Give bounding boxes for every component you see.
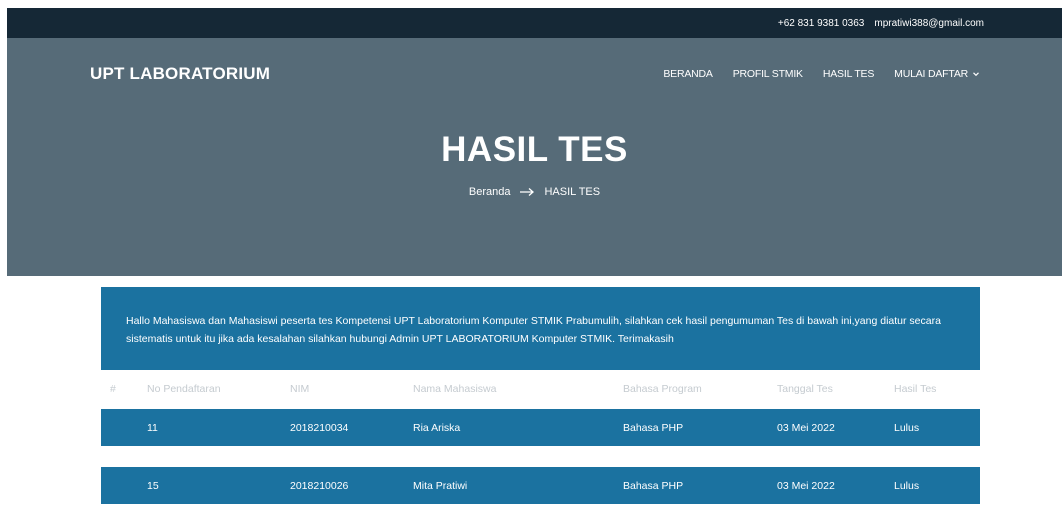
column-header-bahasa: Bahasa Program [623, 383, 702, 395]
column-header-nama: Nama Mahasiswa [413, 383, 497, 395]
nav-profil-stmik[interactable]: PROFIL STMIK [733, 68, 803, 80]
contact-phone: +62 831 9381 0363 [777, 17, 865, 29]
cell-hasil: Lulus [894, 421, 920, 434]
table-row: 15 2018210026 Mita Pratiwi Bahasa PHP 03… [101, 467, 980, 504]
nav-label: MULAI DAFTAR [894, 68, 968, 80]
cell-nim: 2018210034 [290, 421, 349, 434]
column-header-nim: NIM [290, 383, 310, 395]
nav-label: BERANDA [663, 68, 713, 80]
top-contact-bar: +62 831 9381 0363 mpratiwi388@gmail.com [7, 8, 1062, 38]
table-header: # No Pendaftaran NIM Nama Mahasiswa Baha… [101, 377, 980, 401]
nav-beranda[interactable]: BERANDA [663, 68, 713, 80]
column-header-number: # [110, 383, 116, 395]
nav-label: HASIL TES [822, 68, 875, 80]
main-nav: BERANDA PROFIL STMIK HASIL TES MULAI DAF… [663, 68, 980, 80]
breadcrumb-home[interactable]: Beranda [469, 186, 511, 198]
cell-bahasa: Bahasa PHP [623, 479, 684, 492]
table-row: 11 2018210034 Ria Ariska Bahasa PHP 03 M… [101, 409, 980, 446]
nav-hasil-tes[interactable]: HASIL TES [822, 68, 875, 80]
brand-logo[interactable]: UPT LABORATORIUM [90, 64, 270, 84]
cell-hasil: Lulus [894, 479, 920, 492]
contact-email[interactable]: mpratiwi388@gmail.com [874, 18, 984, 29]
column-header-hasil: Hasil Tes [894, 383, 937, 395]
info-notice: Hallo Mahasiswa dan Mahasiswi peserta te… [101, 287, 980, 370]
breadcrumb-current: HASIL TES [544, 186, 601, 198]
hero-header: UPT LABORATORIUM BERANDA PROFIL STMIK HA… [7, 38, 1062, 276]
column-header-no-pendaftaran: No Pendaftaran [147, 383, 221, 395]
breadcrumb: Beranda HASIL TES [7, 186, 1062, 198]
cell-no-pendaftaran: 11 [147, 421, 158, 434]
cell-tanggal: 03 Mei 2022 [777, 421, 835, 434]
column-header-tanggal: Tanggal Tes [777, 383, 833, 395]
cell-tanggal: 03 Mei 2022 [777, 479, 835, 492]
cell-bahasa: Bahasa PHP [623, 421, 684, 434]
cell-nama: Mita Pratiwi [413, 479, 468, 492]
chevron-down-icon [973, 72, 979, 77]
cell-nim: 2018210026 [290, 479, 349, 492]
nav-label: PROFIL STMIK [732, 68, 803, 80]
cell-no-pendaftaran: 15 [147, 479, 159, 492]
page-title: HASIL TES [441, 130, 628, 169]
nav-mulai-daftar[interactable]: MULAI DAFTAR [894, 68, 980, 80]
arrow-right-icon [520, 188, 535, 196]
cell-nama: Ria Ariska [413, 421, 461, 434]
